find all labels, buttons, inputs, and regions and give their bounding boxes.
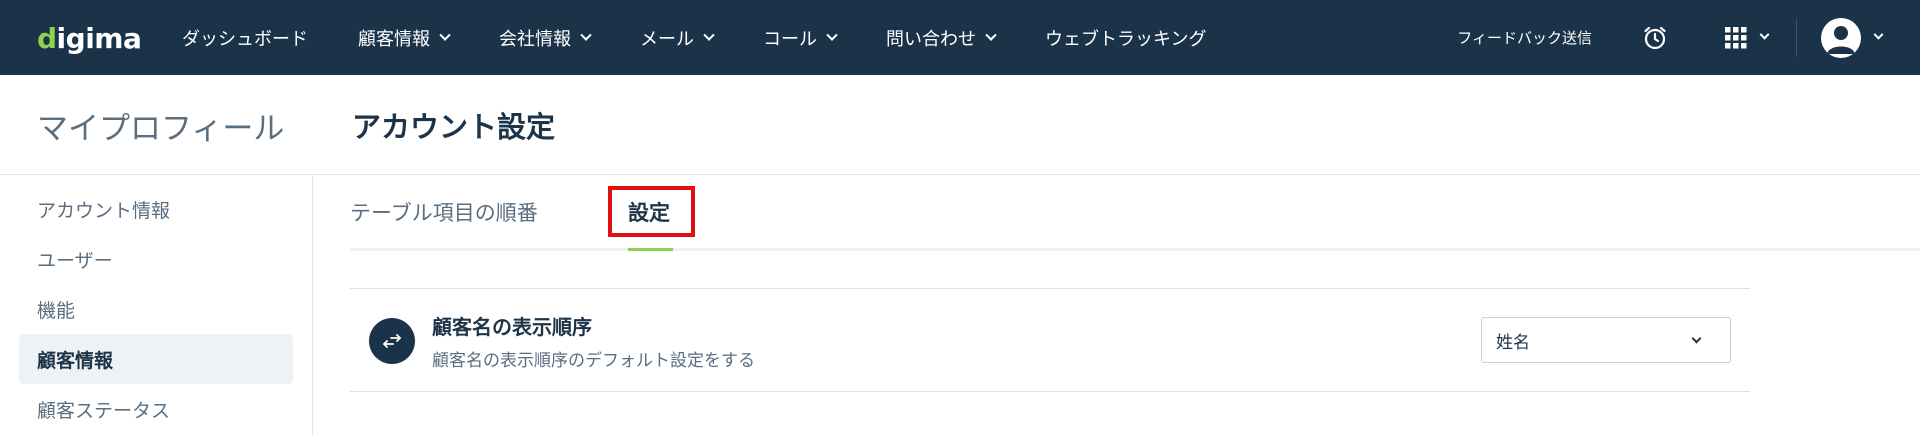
setting-title: 顧客名の表示順序 bbox=[432, 315, 592, 339]
setting-row-name-order: 顧客名の表示順序 顧客名の表示順序のデフォルト設定をする 姓名 bbox=[350, 288, 1750, 392]
nav-item-label: メール bbox=[640, 28, 694, 50]
section-title: マイプロフィール bbox=[37, 111, 285, 147]
nav-item-label: ダッシュボード bbox=[182, 28, 308, 50]
chevron-down-icon bbox=[439, 29, 451, 41]
sidebar-item-label: 顧客情報 bbox=[37, 349, 114, 372]
apps-menu-button[interactable] bbox=[1725, 26, 1770, 49]
sidebar-item-features[interactable]: 機能 bbox=[19, 284, 293, 334]
digima-logo[interactable]: d igima bbox=[37, 18, 142, 58]
chevron-down-icon bbox=[1759, 29, 1770, 40]
name-order-select[interactable]: 姓名 bbox=[1481, 317, 1731, 363]
logo-prefix: d bbox=[37, 21, 57, 55]
select-value: 姓名 bbox=[1496, 332, 1530, 353]
sidebar-item-users[interactable]: ユーザー bbox=[19, 234, 293, 284]
chevron-down-icon bbox=[1873, 29, 1884, 40]
nav-right-tools: フィードバック送信 bbox=[1457, 0, 1920, 75]
nav-item-label: コール bbox=[763, 28, 817, 50]
page-title: アカウント設定 bbox=[352, 110, 556, 144]
nav-menu: ダッシュボード 顧客情報 会社情報 メール コール 問い合わせ ウェブトラッキン… bbox=[182, 0, 1256, 75]
sidebar-item-customer-info[interactable]: 顧客情報 bbox=[19, 334, 293, 384]
nav-item-call[interactable]: コール bbox=[763, 25, 838, 51]
nav-item-dashboard[interactable]: ダッシュボード bbox=[182, 25, 308, 51]
settings-tabs: テーブル項目の順番 設定 bbox=[350, 175, 1920, 251]
grid-apps-icon bbox=[1725, 26, 1747, 48]
nav-item-companies[interactable]: 会社情報 bbox=[499, 25, 592, 51]
feedback-link[interactable]: フィードバック送信 bbox=[1457, 27, 1592, 48]
nav-divider bbox=[1796, 18, 1797, 57]
chevron-down-icon bbox=[580, 29, 592, 41]
tab-settings[interactable]: 設定 bbox=[628, 197, 670, 227]
nav-item-inquiries[interactable]: 問い合わせ bbox=[886, 25, 997, 51]
user-avatar-icon bbox=[1821, 17, 1861, 58]
swap-arrows-icon bbox=[369, 318, 415, 364]
user-menu-button[interactable] bbox=[1821, 17, 1884, 58]
page-header: マイプロフィール アカウント設定 bbox=[0, 75, 1920, 175]
sidebar-item-label: ユーザー bbox=[37, 249, 113, 272]
alarm-clock-icon[interactable] bbox=[1642, 25, 1668, 51]
active-tab-indicator bbox=[628, 248, 673, 251]
nav-item-label: ウェブトラッキング bbox=[1045, 28, 1207, 50]
tab-baseline bbox=[350, 248, 1920, 251]
chevron-down-icon bbox=[826, 29, 838, 41]
chevron-down-icon bbox=[1691, 333, 1702, 344]
top-navigation-bar: d igima ダッシュボード 顧客情報 会社情報 メール コール 問い合わせ ウ… bbox=[0, 0, 1920, 75]
settings-sidebar: アカウント情報 ユーザー 機能 顧客情報 顧客ステータス bbox=[0, 175, 313, 436]
sidebar-item-customer-status[interactable]: 顧客ステータス bbox=[19, 384, 293, 434]
nav-item-label: 問い合わせ bbox=[886, 28, 976, 50]
nav-item-label: 顧客情報 bbox=[358, 28, 430, 50]
nav-item-mail[interactable]: メール bbox=[640, 25, 715, 51]
tab-table-column-order[interactable]: テーブル項目の順番 bbox=[350, 197, 538, 227]
chevron-down-icon bbox=[703, 29, 715, 41]
sidebar-item-label: 顧客ステータス bbox=[37, 399, 171, 422]
nav-item-web-tracking[interactable]: ウェブトラッキング bbox=[1045, 25, 1206, 51]
sidebar-item-label: アカウント情報 bbox=[37, 199, 171, 222]
logo-text: igima bbox=[56, 21, 142, 55]
setting-description: 顧客名の表示順序のデフォルト設定をする bbox=[432, 351, 755, 371]
sidebar-item-label: 機能 bbox=[37, 299, 76, 322]
nav-item-label: 会社情報 bbox=[499, 28, 571, 50]
chevron-down-icon bbox=[985, 29, 997, 41]
nav-item-customers[interactable]: 顧客情報 bbox=[358, 25, 451, 51]
sidebar-item-account-info[interactable]: アカウント情報 bbox=[19, 184, 293, 234]
